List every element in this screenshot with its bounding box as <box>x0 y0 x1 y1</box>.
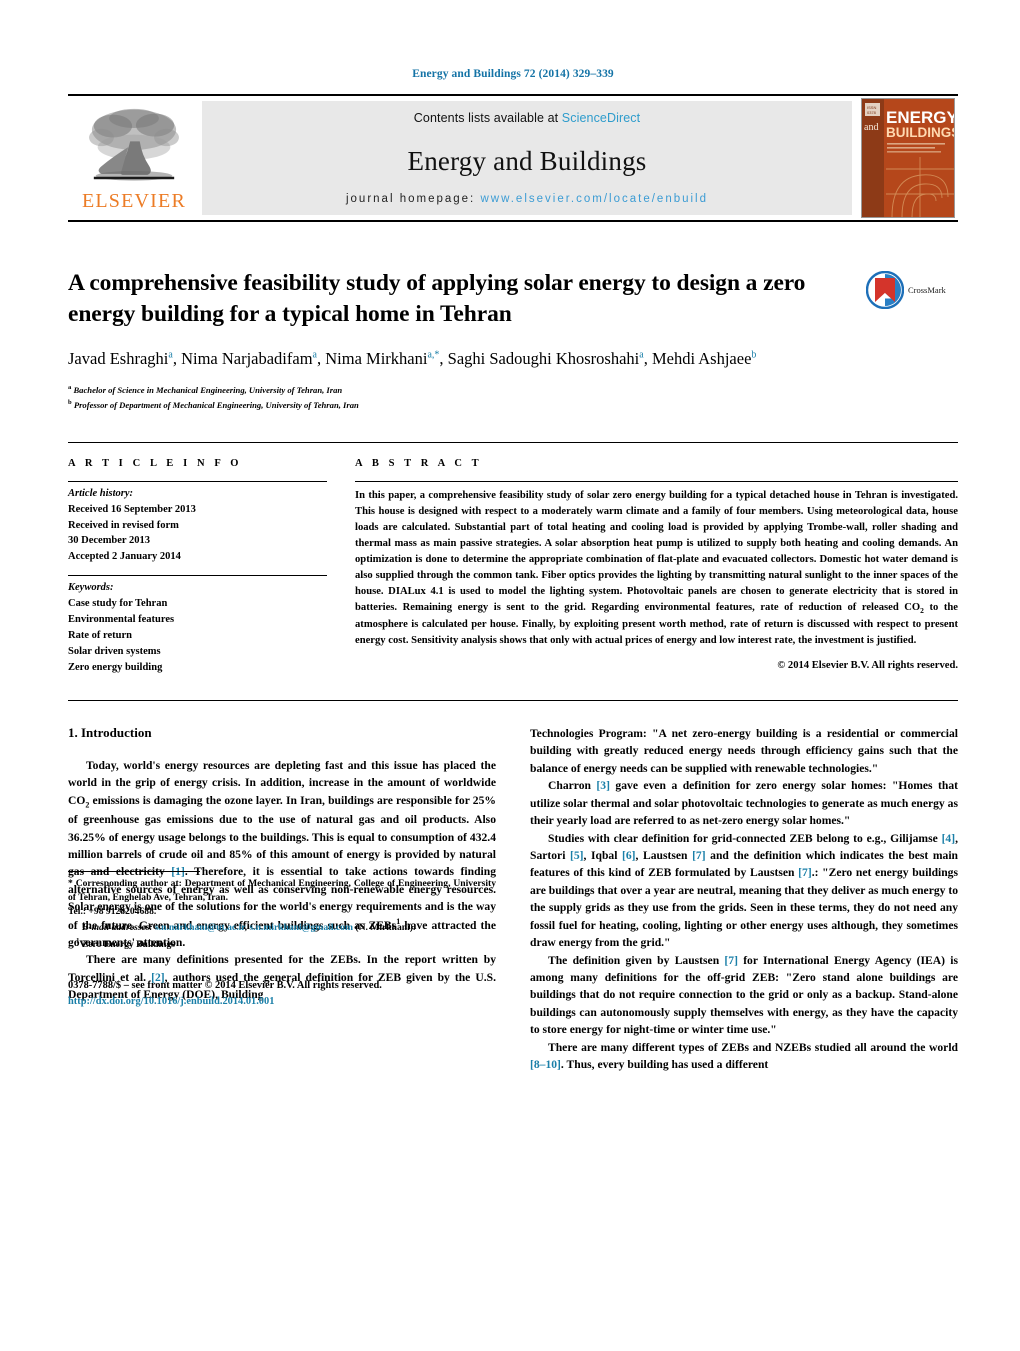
history-line: Received in revised form <box>68 519 179 531</box>
paragraph: Technologies Program: "A net zero-energy… <box>530 726 958 775</box>
history-line: 30 December 2013 <box>68 535 151 547</box>
keyword-item: Case study for Tehran <box>68 598 168 610</box>
crossmark-badge[interactable]: CrossMark <box>866 270 958 310</box>
keywords-group: Keywords: Case study for Tehran Environm… <box>68 576 327 686</box>
elsevier-tree-icon <box>89 108 179 181</box>
paragraph: There are many different types of ZEBs a… <box>530 1040 958 1072</box>
elsevier-logo-block: ELSEVIER <box>68 101 200 215</box>
body-divider-rule <box>68 699 958 701</box>
journal-cover-image: ISSN 0378 and ENERGY BUILDINGS <box>861 98 955 218</box>
paragraph: Charron [3] gave even a definition for z… <box>530 779 958 828</box>
journal-masthead: ELSEVIER Contents lists available at Sci… <box>68 94 958 222</box>
body-columns: 1. Introduction Today, world's energy re… <box>68 725 958 1074</box>
svg-text:0378: 0378 <box>867 110 877 115</box>
history-line: Accepted 2 January 2014 <box>68 551 181 563</box>
abstract-top-rule <box>355 480 958 482</box>
keyword-item: Solar driven systems <box>68 645 161 657</box>
footnote-1: 1 Zero Energy Buildings <box>76 936 176 950</box>
keyword-item: Environmental features <box>68 614 175 626</box>
article-info-heading: A R T I C L E I N F O <box>68 457 243 469</box>
crossmark-label: CrossMark <box>908 285 946 295</box>
abstract-heading: A B S T R A C T <box>355 457 483 469</box>
keyword-item: Rate of return <box>68 630 132 642</box>
article-history-group: Article history: Received 16 September 2… <box>68 482 327 576</box>
svg-text:BUILDINGS: BUILDINGS <box>886 125 955 140</box>
crossmark-icon <box>866 271 904 309</box>
doi-link[interactable]: http://dx.doi.org/10.1016/j.enbuild.2014… <box>68 994 508 1010</box>
journal-homepage-link[interactable]: www.elsevier.com/locate/enbuild <box>480 193 708 205</box>
affiliation-mark: a <box>68 384 72 392</box>
journal-cover-block: ISSN 0378 and ENERGY BUILDINGS <box>858 98 958 218</box>
keywords-label: Keywords: <box>68 582 114 594</box>
imprint-front-matter: 0378-7788/$ – see front matter © 2014 El… <box>68 980 382 992</box>
corresponding-author-note: * Corresponding author at: Department of… <box>68 877 496 917</box>
footnote-rule <box>68 870 200 872</box>
section-heading-introduction: 1. Introduction <box>68 724 152 740</box>
author-list: Javad Eshraghia, Nima Narjabadifama, Nim… <box>68 349 757 369</box>
body-column-right: Technologies Program: "A net zero-energy… <box>530 725 958 1074</box>
info-abstract-region: A R T I C L E I N F O Article history: R… <box>68 441 958 686</box>
title-block: A comprehensive feasibility study of app… <box>68 268 958 412</box>
running-head: Energy and Buildings 72 (2014) 329–339 <box>412 68 614 80</box>
affiliation-item: a Bachelor of Science in Mechanical Engi… <box>68 383 958 397</box>
email-addresses-note: E-mail addresses: s.n.mirkhani@ut.ac.ir,… <box>82 921 416 933</box>
abstract-text: In this paper, a comprehensive feasibili… <box>355 489 958 647</box>
history-line: Received 16 September 2013 <box>68 503 196 515</box>
affiliation-list: a Bachelor of Science in Mechanical Engi… <box>68 383 958 411</box>
journal-banner: Contents lists available at ScienceDirec… <box>202 101 852 215</box>
affiliation-item: b Professor of Department of Mechanical … <box>68 398 958 412</box>
affiliation-mark: b <box>68 398 72 406</box>
body-column-left: 1. Introduction Today, world's energy re… <box>68 725 496 1074</box>
footnote-block: * Corresponding author at: Department of… <box>68 870 496 952</box>
abstract-column: A B S T R A C T In this paper, a compreh… <box>343 458 958 686</box>
abstract-copyright: © 2014 Elsevier B.V. All rights reserved… <box>777 660 958 672</box>
affiliation-text: Bachelor of Science in Mechanical Engine… <box>73 385 343 396</box>
journal-homepage-line: journal homepage: www.elsevier.com/locat… <box>346 193 708 205</box>
sciencedirect-link[interactable]: ScienceDirect <box>562 111 640 125</box>
homepage-prefix: journal homepage: <box>345 193 481 205</box>
journal-title: Energy and Buildings <box>407 145 647 176</box>
paragraph: Studies with clear definition for grid-c… <box>530 831 958 950</box>
article-info-column: A R T I C L E I N F O Article history: R… <box>68 458 343 686</box>
svg-text:and: and <box>864 122 878 133</box>
paper-page: Energy and Buildings 72 (2014) 329–339 E… <box>68 0 958 1351</box>
keyword-item: Zero energy building <box>68 661 163 673</box>
article-history-label: Article history: <box>68 487 134 499</box>
contents-available-line: Contents lists available at ScienceDirec… <box>414 111 640 125</box>
affiliation-text: Professor of Department of Mechanical En… <box>73 399 359 410</box>
contents-prefix: Contents lists available at <box>413 111 562 125</box>
imprint-block: 0378-7788/$ – see front matter © 2014 El… <box>68 978 508 1009</box>
elsevier-wordmark: ELSEVIER <box>81 190 187 212</box>
paragraph: The definition given by Laustsen [7] for… <box>530 953 958 1037</box>
cover-artwork-icon: ISSN 0378 and ENERGY BUILDINGS <box>862 99 955 217</box>
page-title: A comprehensive feasibility study of app… <box>68 270 806 328</box>
